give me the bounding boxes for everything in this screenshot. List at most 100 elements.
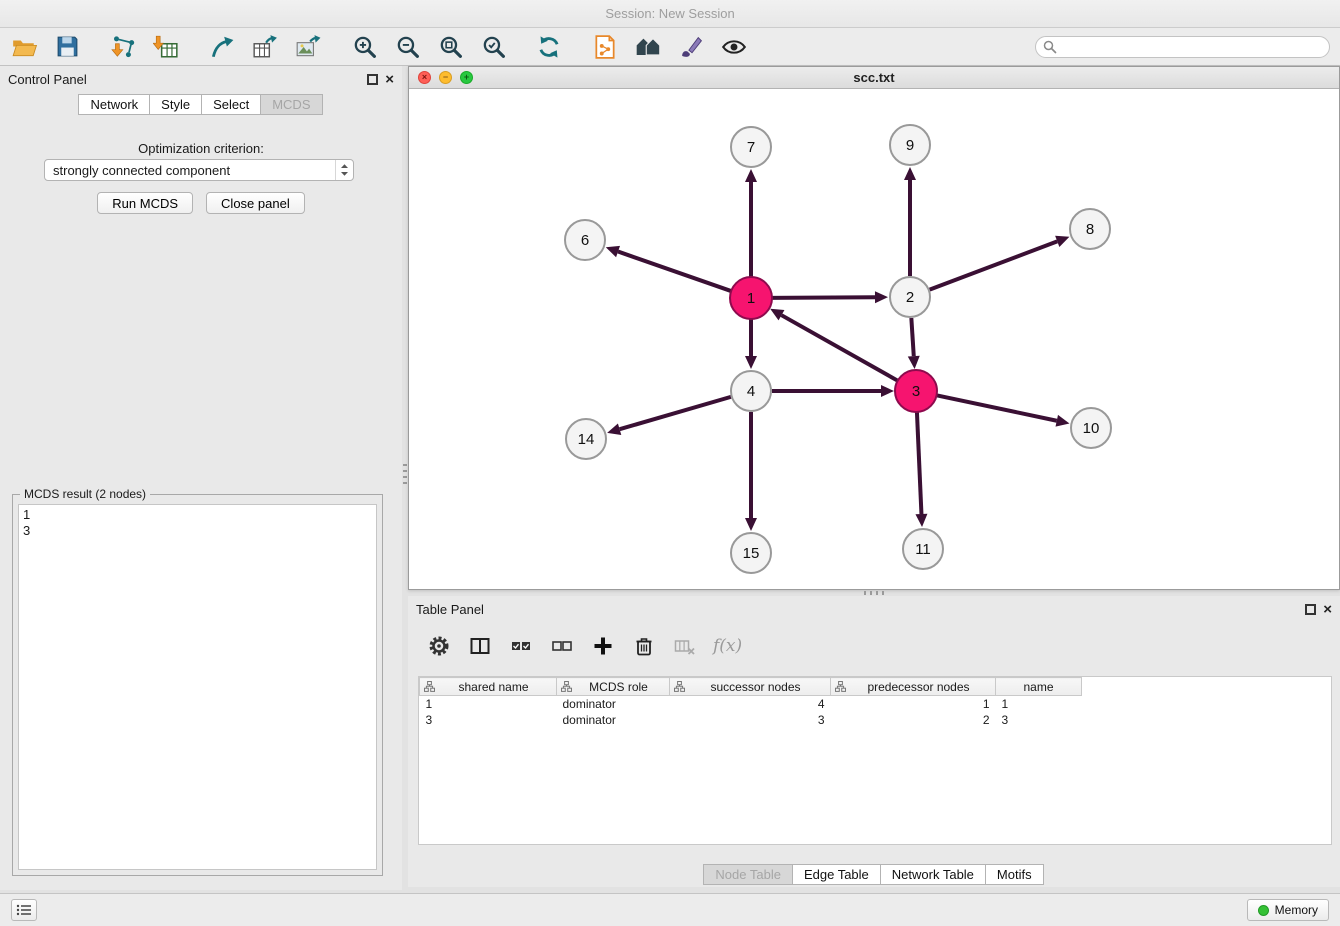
memory-button[interactable]: Memory [1247, 899, 1329, 921]
graph-node-2[interactable]: 2 [890, 277, 930, 317]
network-canvas[interactable]: 7 9 6 8 1 2 4 3 14 10 15 11 [409, 89, 1339, 589]
tab-edge-table[interactable]: Edge Table [792, 864, 881, 885]
svg-text:14: 14 [578, 431, 595, 448]
plus-icon [592, 635, 614, 657]
tab-style[interactable]: Style [149, 94, 202, 115]
zoom-out-button[interactable] [389, 31, 425, 63]
tab-network-table[interactable]: Network Table [880, 864, 986, 885]
graph-edge-4-15[interactable] [745, 412, 757, 531]
graph-edge-1-2[interactable] [772, 291, 888, 303]
graph-edge-4-14[interactable] [607, 397, 731, 435]
import-network-button[interactable] [105, 31, 141, 63]
zoom-selected-icon [481, 34, 506, 59]
show-hide-button[interactable] [716, 31, 752, 63]
svg-text:10: 10 [1083, 420, 1100, 437]
close-panel-button[interactable]: Close panel [206, 192, 305, 214]
table-settings-button[interactable] [426, 633, 452, 659]
graph-node-6[interactable]: 6 [565, 220, 605, 260]
select-all-button[interactable] [508, 633, 534, 659]
network-overview-button[interactable] [630, 31, 666, 63]
graph-node-9[interactable]: 9 [890, 125, 930, 165]
mcds-result-value: 1 [23, 507, 372, 523]
tab-select[interactable]: Select [201, 94, 261, 115]
add-row-button[interactable] [590, 633, 616, 659]
graph-edge-2-8[interactable] [930, 236, 1070, 290]
float-panel-icon[interactable] [367, 74, 378, 85]
run-mcds-button[interactable]: Run MCDS [97, 192, 193, 214]
tab-motifs[interactable]: Motifs [985, 864, 1044, 885]
graph-node-8[interactable]: 8 [1070, 209, 1110, 249]
criterion-dropdown-value: strongly connected component [53, 163, 230, 178]
open-folder-icon [11, 34, 37, 60]
show-panels-button[interactable] [11, 899, 37, 921]
criterion-dropdown[interactable]: strongly connected component [44, 159, 354, 181]
search-icon [1043, 40, 1057, 54]
export-image-button[interactable] [290, 31, 326, 63]
graph-edge-3-10[interactable] [937, 395, 1070, 426]
svg-text:11: 11 [915, 541, 931, 558]
graph-edge-1-6[interactable] [606, 246, 731, 291]
edge-arrowhead [606, 246, 620, 257]
deselect-all-button[interactable] [549, 633, 575, 659]
svg-text:3: 3 [912, 383, 920, 400]
table-row[interactable]: 1 dominator 4 1 1 [420, 696, 1082, 712]
refresh-view-button[interactable] [531, 31, 567, 63]
network-file-icon [592, 34, 618, 60]
memory-label: Memory [1275, 903, 1318, 917]
table-panel-title: Table Panel [416, 602, 484, 617]
svg-text:8: 8 [1086, 221, 1094, 238]
table-row[interactable]: 3 dominator 3 2 3 [420, 712, 1082, 728]
graph-node-14[interactable]: 14 [566, 419, 606, 459]
optimization-criterion-label: Optimization criterion: [0, 141, 402, 156]
column-header-mcds-role[interactable]: MCDS role [557, 678, 670, 696]
graph-edge-2-3[interactable] [908, 318, 920, 369]
column-header-shared-name[interactable]: shared name [420, 678, 557, 696]
graph-node-7[interactable]: 7 [731, 127, 771, 167]
column-header-predecessor-nodes[interactable]: predecessor nodes [831, 678, 996, 696]
float-table-panel-icon[interactable] [1305, 604, 1316, 615]
graph-node-11[interactable]: 11 [903, 529, 943, 569]
zoom-in-button[interactable] [346, 31, 382, 63]
new-network-file-button[interactable] [587, 31, 623, 63]
graph-node-10[interactable]: 10 [1071, 408, 1111, 448]
graph-edge-2-9[interactable] [904, 167, 916, 276]
mcds-result-list[interactable]: 1 3 [18, 504, 377, 870]
apply-style-button[interactable] [673, 31, 709, 63]
svg-text:2: 2 [906, 289, 914, 306]
graph-edge-1-4[interactable] [745, 319, 757, 369]
tab-node-table[interactable]: Node Table [703, 864, 793, 885]
import-table-icon [153, 34, 179, 60]
edge-arrowhead [915, 514, 927, 527]
toolbar-search [1035, 36, 1330, 58]
graph-edge-3-11[interactable] [915, 412, 927, 527]
export-network-button[interactable] [204, 31, 240, 63]
zoom-selected-button[interactable] [475, 31, 511, 63]
control-panel: Control Panel × Network Style Select MCD… [0, 66, 402, 890]
column-header-name[interactable]: name [996, 678, 1082, 696]
network-canvas-svg[interactable]: 7 9 6 8 1 2 4 3 14 10 15 11 [409, 89, 1339, 589]
svg-text:15: 15 [743, 545, 760, 562]
close-table-panel-icon[interactable]: × [1323, 604, 1332, 615]
export-table-button[interactable] [247, 31, 283, 63]
open-file-button[interactable] [6, 31, 42, 63]
close-panel-icon[interactable]: × [385, 74, 394, 85]
split-panel-button[interactable] [467, 633, 493, 659]
save-session-button[interactable] [49, 31, 85, 63]
graph-edge-3-1[interactable] [770, 309, 898, 381]
delete-column-button [672, 633, 698, 659]
graph-node-15[interactable]: 15 [731, 533, 771, 573]
tab-mcds[interactable]: MCDS [260, 94, 322, 115]
tab-network[interactable]: Network [78, 94, 150, 115]
graph-node-1[interactable]: 1 [730, 277, 772, 319]
main-area: Control Panel × Network Style Select MCD… [0, 66, 1340, 893]
graph-edge-4-3[interactable] [772, 385, 894, 397]
graph-edge-1-7[interactable] [745, 169, 757, 277]
edge-arrowhead [745, 518, 757, 531]
delete-row-button[interactable] [631, 633, 657, 659]
search-input[interactable] [1035, 36, 1330, 58]
graph-node-3[interactable]: 3 [895, 370, 937, 412]
zoom-fit-button[interactable] [432, 31, 468, 63]
import-table-button[interactable] [148, 31, 184, 63]
column-header-successor-nodes[interactable]: successor nodes [670, 678, 831, 696]
graph-node-4[interactable]: 4 [731, 371, 771, 411]
